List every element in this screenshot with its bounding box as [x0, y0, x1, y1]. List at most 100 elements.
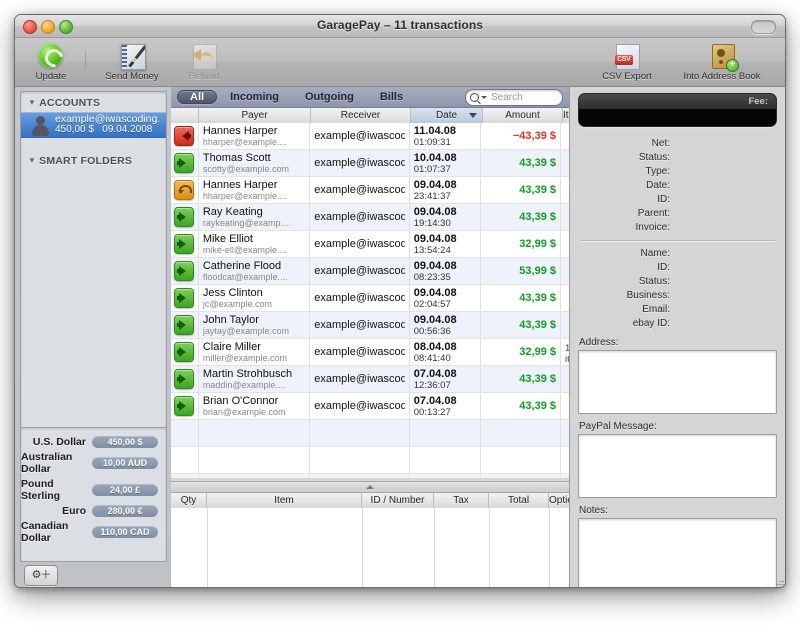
table-row[interactable]: Jess Clintonjc@example.comexample@iwasco…	[171, 285, 569, 312]
cell-receiver: example@iwascodi…	[310, 339, 409, 365]
cell-items: GarageSale …1 item	[561, 339, 569, 365]
disclosure-triangle-icon[interactable]: ▼	[28, 99, 36, 107]
table-row[interactable]: Hannes Harperhharper@example....example@…	[171, 177, 569, 204]
send-money-button[interactable]: Send Money	[90, 41, 174, 82]
table-row[interactable]: Claire Millermiller@example.comexample@i…	[171, 339, 569, 366]
payer-email: maddin@example....	[203, 380, 305, 390]
table-row[interactable]: Hannes Harperhharper@example....example@…	[171, 123, 569, 150]
filter-tab-bills[interactable]: Bills	[367, 90, 416, 104]
column-header-options[interactable]: Options	[549, 493, 569, 508]
csv-export-button[interactable]: CSV Export	[585, 41, 669, 82]
title-bar[interactable]: GaragePay – 11 transactions	[15, 15, 785, 38]
cell-amount: 32,99 $	[481, 339, 561, 365]
receiver-email: example@iwascodi…	[314, 130, 404, 142]
filter-segmented-control[interactable]: All Incoming Outgoing Bills	[177, 90, 416, 104]
cell-items	[561, 285, 569, 311]
sidebar-section-smart-folders[interactable]: ▼ SMART FOLDERS	[21, 150, 166, 170]
window-resize-handle[interactable]	[771, 576, 784, 588]
app-window: GaragePay – 11 transactions Update Send …	[14, 14, 786, 588]
table-row[interactable]	[171, 420, 569, 447]
transaction-date: 09.04.08	[414, 260, 477, 272]
column-header-total[interactable]: Total	[489, 493, 549, 508]
column-header-item[interactable]: Item	[207, 493, 362, 508]
chevron-down-icon[interactable]	[481, 96, 487, 99]
transaction-amount: −43,39 $	[485, 130, 556, 142]
transaction-amount: 43,39 $	[485, 184, 556, 196]
payer-name: Catherine Flood	[203, 260, 305, 272]
refund-button[interactable]: Refund	[174, 41, 234, 82]
cell-payer	[199, 447, 310, 473]
payer-name: Jess Clinton	[203, 287, 305, 299]
table-row[interactable]	[171, 447, 569, 474]
column-header-receiver[interactable]: Receiver	[311, 108, 411, 123]
incoming-arrow-icon	[174, 207, 194, 227]
filter-tab-all[interactable]: All	[177, 90, 217, 104]
into-address-book-button[interactable]: Into Address Book	[669, 41, 775, 82]
toolbar-toggle-button[interactable]	[751, 20, 776, 34]
paypal-message-textarea[interactable]	[578, 434, 777, 498]
field-row: Type:	[578, 164, 777, 178]
into-address-book-button-label: Into Address Book	[683, 71, 760, 82]
currency-name: Australian Dollar	[21, 451, 86, 475]
transaction-amount: 43,39 $	[485, 319, 556, 331]
transaction-date: 11.04.08	[414, 125, 477, 137]
cell-items	[561, 231, 569, 257]
column-header-icon[interactable]	[171, 108, 199, 123]
table-row[interactable]: Thomas Scottscotty@example.comexample@iw…	[171, 150, 569, 177]
table-row[interactable]: Brian O'Connorbrian@example.comexample@i…	[171, 393, 569, 420]
pane-splitter[interactable]	[171, 481, 569, 493]
column-header-id-number[interactable]: ID / Number	[362, 493, 434, 508]
receiver-email: example@iwascodi…	[314, 184, 404, 196]
sort-descending-icon	[469, 113, 477, 118]
search-field[interactable]: Search	[465, 89, 563, 106]
incoming-arrow-icon	[174, 288, 194, 308]
search-input-placeholder[interactable]: Search	[491, 92, 523, 103]
table-row[interactable]: Ray Keatingraykeating@examp…example@iwas…	[171, 204, 569, 231]
sidebar-item-account[interactable]: example@iwascoding.c 450,00 $ 09.04.2008	[21, 112, 166, 138]
notes-textarea[interactable]	[578, 518, 777, 588]
cell-payer: Jess Clintonjc@example.com	[199, 285, 310, 311]
cell-payer: Brian O'Connorbrian@example.com	[199, 393, 310, 419]
payer-email: mike-ell@example....	[203, 245, 305, 255]
cell-receiver: example@iwascodi…	[310, 204, 409, 230]
items-table-body[interactable]	[171, 508, 569, 588]
payer-email: hharper@example....	[203, 191, 305, 201]
column-header-tax[interactable]: Tax	[434, 493, 489, 508]
transaction-time: 00:13:27	[414, 407, 477, 418]
action-gear-button[interactable]: ⚙＋	[24, 565, 58, 586]
disclosure-triangle-icon[interactable]: ▼	[28, 157, 36, 165]
divider	[580, 240, 775, 241]
field-label: Parent:	[578, 208, 670, 219]
cell-items	[561, 150, 569, 176]
column-header-amount[interactable]: Amount	[483, 108, 563, 123]
table-row[interactable]	[171, 474, 569, 478]
cell-payer	[199, 420, 310, 446]
field-label: Status:	[578, 152, 670, 163]
update-button[interactable]: Update	[21, 41, 81, 82]
table-row[interactable]: Mike Elliotmike-ell@example....example@i…	[171, 231, 569, 258]
cell-date: 09.04.0800:56:36	[410, 312, 482, 338]
transactions-table-body[interactable]: Hannes Harperhharper@example....example@…	[171, 123, 569, 478]
payer-name: John Taylor	[203, 314, 305, 326]
incoming-arrow-icon	[174, 315, 194, 335]
column-header-date[interactable]: Date	[411, 108, 483, 123]
cell-date	[410, 420, 482, 446]
field-row: ID:	[578, 260, 777, 274]
column-header-qty[interactable]: Qty	[171, 493, 207, 508]
account-date: 09.04.2008	[102, 124, 152, 135]
field-label: Email:	[578, 304, 670, 315]
sidebar-section-smart-folders-label: SMART FOLDERS	[39, 155, 132, 167]
address-textarea[interactable]	[578, 350, 777, 414]
table-row[interactable]: John Taylorjaytay@example.comexample@iwa…	[171, 312, 569, 339]
transaction-date: 07.04.08	[414, 368, 477, 380]
notes-label: Notes:	[579, 505, 777, 516]
table-row[interactable]: Catherine Floodfloodcat@example....examp…	[171, 258, 569, 285]
cell-icon	[171, 231, 199, 257]
filter-tab-incoming[interactable]: Incoming	[217, 90, 292, 104]
cell-date: 08.04.0808:41:40	[410, 339, 482, 365]
column-header-payer[interactable]: Payer	[199, 108, 311, 123]
sidebar-section-accounts[interactable]: ▼ ACCOUNTS	[21, 92, 166, 112]
filter-tab-outgoing[interactable]: Outgoing	[292, 90, 367, 104]
table-row[interactable]: Martin Strohbuschmaddin@example....examp…	[171, 366, 569, 393]
payer-name: Brian O'Connor	[203, 395, 305, 407]
